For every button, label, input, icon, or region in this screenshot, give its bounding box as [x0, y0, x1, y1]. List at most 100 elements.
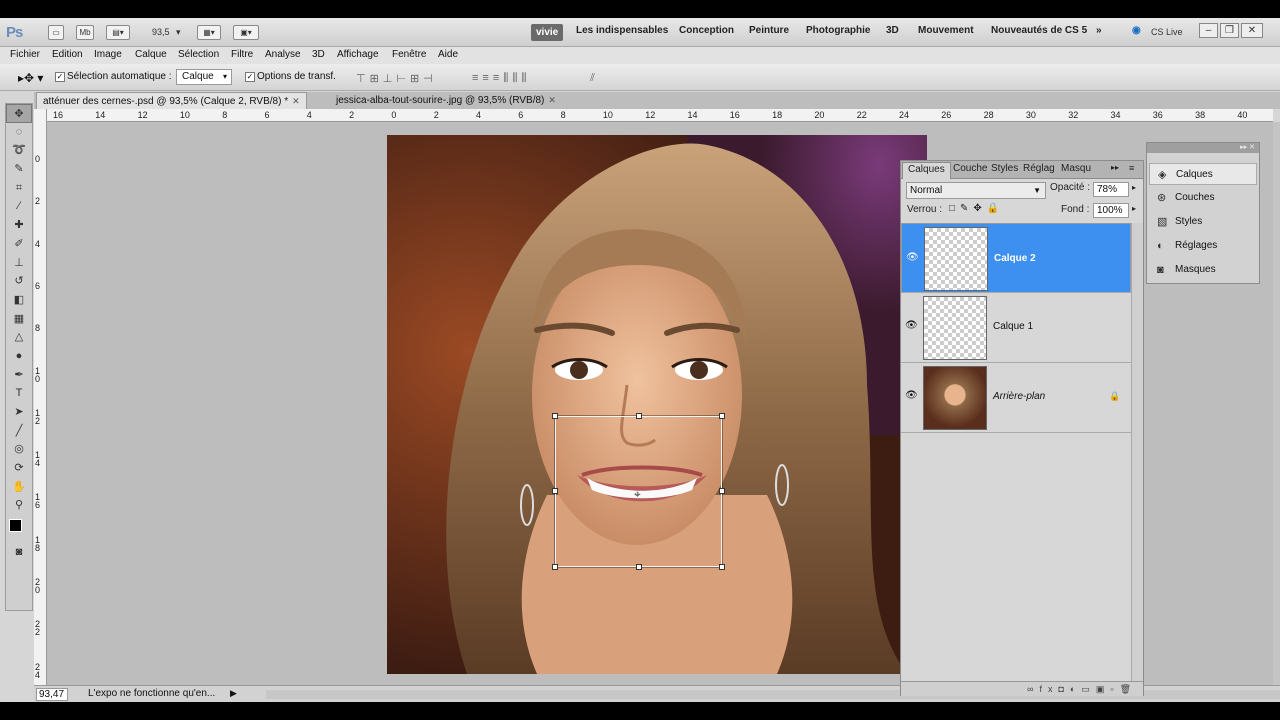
close-window-icon[interactable]: ✕	[1241, 23, 1263, 38]
workspace-3d[interactable]: 3D	[886, 25, 899, 36]
marquee-tool-icon[interactable]: ◌	[6, 123, 32, 142]
lock-icons[interactable]: □✎✥🔒	[949, 203, 1004, 214]
workspace-photography[interactable]: Photographie	[806, 25, 870, 36]
crop-tool-icon[interactable]: ⌗	[6, 179, 32, 198]
tab-styles[interactable]: Styles	[991, 163, 1018, 174]
workspace-motion[interactable]: Mouvement	[918, 25, 974, 36]
healing-brush-icon[interactable]: ✚	[6, 216, 32, 235]
dodge-icon[interactable]: ●	[6, 347, 32, 366]
auto-select-checkbox[interactable]: ✓	[55, 72, 65, 82]
menu-layer[interactable]: Calque	[135, 49, 167, 60]
tab-layers[interactable]: Calques	[902, 162, 951, 179]
transform-handle[interactable]	[552, 413, 558, 419]
vertical-ruler[interactable]: 024681 01 21 41 61 82 02 22 42 6	[34, 109, 47, 685]
blur-icon[interactable]: △	[6, 328, 32, 347]
panel-menu-icon[interactable]: ≡	[1129, 163, 1134, 173]
quick-selection-icon[interactable]: ✎	[6, 160, 32, 179]
free-transform-box[interactable]: ⌖	[552, 413, 725, 570]
transform-controls-checkbox[interactable]: ✓	[245, 72, 255, 82]
quick-mask-icon[interactable]: ◙	[6, 543, 32, 562]
menu-filter[interactable]: Filtre	[231, 49, 253, 60]
blend-mode-dropdown[interactable]: Normal ▼	[906, 182, 1046, 199]
more-workspaces-icon[interactable]: »	[1096, 25, 1102, 36]
launch-bridge-icon[interactable]: ▭	[48, 25, 64, 40]
align-icons[interactable]: ⊤⊞⊥⊢⊞⊣	[356, 72, 437, 85]
layer-row-calque-1[interactable]: 👁 Calque 1	[901, 293, 1131, 363]
auto-align-icon[interactable]: ⫽	[590, 72, 599, 85]
move-tool-icon[interactable]: ✥	[6, 104, 32, 123]
path-selection-icon[interactable]: ➤	[6, 403, 32, 422]
transform-handle[interactable]	[719, 564, 725, 570]
line-tool-icon[interactable]: ╱	[6, 422, 32, 441]
close-tab-icon[interactable]: ✕	[548, 95, 556, 105]
menu-3d[interactable]: 3D	[312, 49, 325, 60]
menu-window[interactable]: Fenêtre	[392, 49, 426, 60]
mini-bridge-icon[interactable]: Mb	[76, 25, 94, 40]
zoom-level[interactable]: 93,5	[152, 27, 170, 37]
transform-handle[interactable]	[719, 413, 725, 419]
layers-scrollbar[interactable]	[1131, 223, 1143, 681]
panel-expand-icon[interactable]: ▸▸	[1111, 163, 1119, 172]
tab-masks[interactable]: Masqu	[1061, 163, 1091, 174]
menu-file[interactable]: Fichier	[10, 49, 40, 60]
tab-adjustments[interactable]: Réglag	[1023, 163, 1055, 174]
transform-handle[interactable]	[552, 488, 558, 494]
status-menu-arrow-icon[interactable]: ▶	[230, 688, 237, 699]
zoom-tool-icon[interactable]: ⚲	[6, 496, 32, 515]
tab-document-jpg[interactable]: jessica-alba-tout-sourire-.jpg @ 93,5% (…	[330, 92, 562, 109]
cs-live-icon[interactable]: ◉	[1132, 25, 1141, 36]
horizontal-ruler[interactable]: 16 14 12 10 8 6 4 2 0 2 4 6 8 10 12 14 16 18 20 22 24 26 28 30 3…	[47, 109, 1273, 122]
hand-tool-icon[interactable]: ✋	[6, 478, 32, 497]
visibility-eye-icon[interactable]: 👁	[905, 390, 918, 401]
eraser-icon[interactable]: ◧	[6, 291, 32, 310]
menu-image[interactable]: Image	[94, 49, 122, 60]
cs-live-label[interactable]: CS Live	[1151, 27, 1183, 37]
transform-handle[interactable]	[552, 564, 558, 570]
transform-handle[interactable]	[719, 488, 725, 494]
layers-panel-footer-icons[interactable]: ∞fx◘◐▭▣▫🗑	[901, 681, 1143, 696]
move-tool-preset-icon[interactable]: ▸✥ ▾	[18, 71, 43, 85]
workspace-vivie[interactable]: vivie	[531, 24, 564, 41]
menu-select[interactable]: Sélection	[178, 49, 219, 60]
visibility-eye-icon[interactable]: 👁	[906, 251, 919, 265]
status-zoom-field[interactable]: 93,47	[36, 688, 68, 701]
clone-stamp-icon[interactable]: ⊥	[6, 254, 32, 273]
minimize-icon[interactable]: –	[1199, 23, 1218, 38]
arrange-documents-icon[interactable]: ▦▾	[197, 25, 221, 40]
eyedropper-icon[interactable]: ⁄	[6, 197, 32, 216]
visibility-eye-icon[interactable]: 👁	[905, 320, 918, 331]
layer-row-calque-2[interactable]: 👁 Calque 2	[901, 223, 1131, 293]
3d-orbit-icon[interactable]: ⟳	[6, 459, 32, 478]
auto-select-target-dropdown[interactable]: Calque ▾	[176, 69, 232, 85]
menu-edit[interactable]: Edition	[52, 49, 83, 60]
opacity-field[interactable]: 78%	[1093, 182, 1129, 197]
dock-item-layers[interactable]: ◈ Calques	[1149, 163, 1257, 185]
history-brush-icon[interactable]: ↺	[6, 272, 32, 291]
menu-help[interactable]: Aide	[438, 49, 458, 60]
layer-name[interactable]: Calque 2	[994, 252, 1036, 266]
document-image[interactable]: ⌖	[387, 135, 927, 674]
distribute-icons[interactable]: ≡≡≡⫼⫼⫼	[472, 72, 530, 85]
fill-slider-arrow-icon[interactable]: ▸	[1132, 204, 1136, 213]
color-swatches-icon[interactable]	[6, 515, 32, 543]
fill-field[interactable]: 100%	[1093, 203, 1129, 218]
menu-analysis[interactable]: Analyse	[265, 49, 301, 60]
layer-name[interactable]: Arrière-plan	[993, 391, 1045, 402]
reference-point-icon[interactable]: ⌖	[634, 487, 641, 502]
dock-collapse-icon[interactable]: ▸▸ ✕	[1147, 143, 1259, 153]
workspace-design[interactable]: Conception	[679, 25, 734, 36]
view-extras-icon[interactable]: ▤▾	[106, 25, 130, 40]
dock-item-adjustments[interactable]: ◐ Réglages	[1149, 235, 1257, 257]
close-tab-icon[interactable]: ✕	[292, 96, 300, 106]
dock-item-masks[interactable]: ◙ Masques	[1149, 259, 1257, 281]
lasso-tool-icon[interactable]: ➰	[6, 141, 32, 160]
transform-handle[interactable]	[636, 413, 642, 419]
opacity-slider-arrow-icon[interactable]: ▸	[1132, 183, 1136, 192]
dock-item-channels[interactable]: ⊛ Couches	[1149, 187, 1257, 209]
layer-row-background[interactable]: 👁 Arrière-plan 🔒	[901, 363, 1131, 433]
screen-mode-icon[interactable]: ▣▾	[233, 25, 259, 40]
3d-rotate-icon[interactable]: ◎	[6, 440, 32, 459]
brush-tool-icon[interactable]: ✐	[6, 235, 32, 254]
menu-view[interactable]: Affichage	[337, 49, 379, 60]
dock-item-styles[interactable]: ▧ Styles	[1149, 211, 1257, 233]
